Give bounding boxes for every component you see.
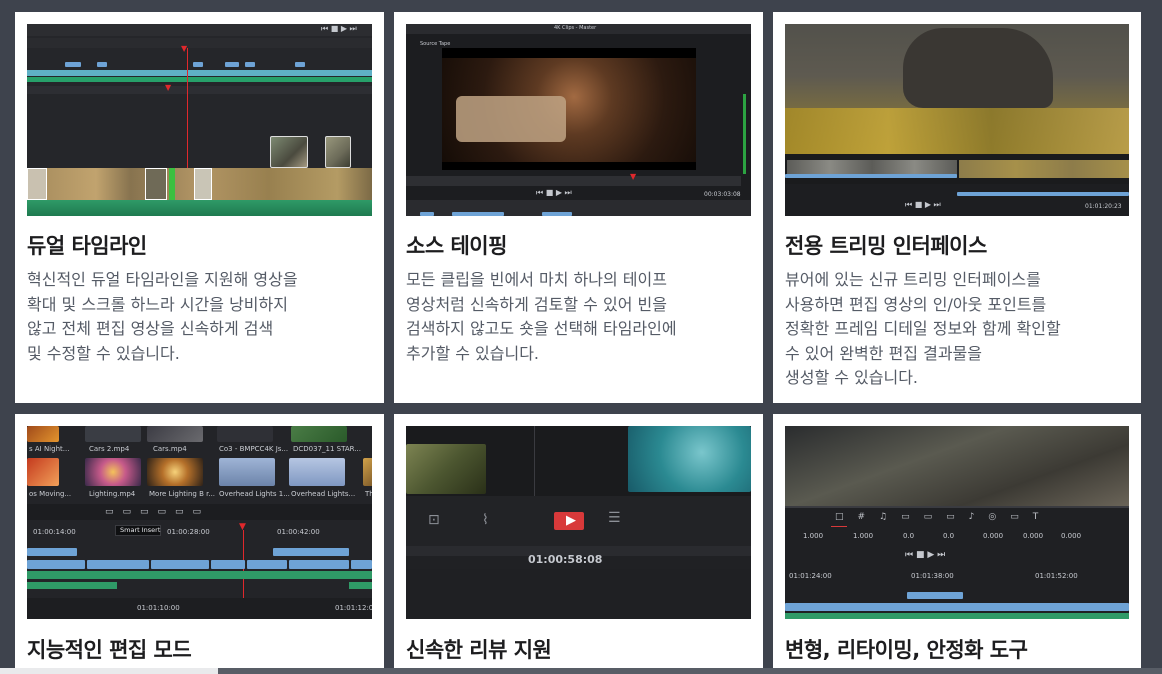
transform-toolbar-icons[interactable]: □#♫▭▭▭♪◎▭T bbox=[835, 512, 1052, 522]
card-description: 모든 클립을 빈에서 마치 하나의 테이프 영상처럼 신속하게 검토할 수 있어… bbox=[406, 270, 677, 363]
media-item-label: Overhead Lights... bbox=[291, 490, 356, 498]
fast-review-screenshot: ⊡ ⌇ ▶ ☰ 01:00:58:08 bbox=[406, 426, 751, 619]
feature-card-source-tape[interactable]: 4K Clips - Master Source Tape ▼ ⏮ ■ ▶ ⏭ … bbox=[394, 12, 763, 403]
viewer-icon[interactable]: ⊡ bbox=[428, 512, 440, 528]
clip-thumbnail[interactable] bbox=[270, 136, 308, 168]
waveform-icon[interactable]: ⌇ bbox=[482, 512, 489, 528]
play-controls-icon: ⏮ ■ ▶ ⏭ bbox=[321, 24, 357, 33]
smart-insert-tooltip-label: Smart Insert bbox=[120, 526, 161, 534]
clip-thumbnail[interactable] bbox=[325, 136, 351, 168]
media-item-label: More Lighting B r... bbox=[149, 490, 216, 498]
source-timecode: 00:03:03:08 bbox=[704, 191, 741, 198]
transform-viewer-frame bbox=[785, 426, 1129, 506]
settings-sliders-icon[interactable]: ☰ bbox=[608, 510, 621, 526]
source-tape-screenshot: 4K Clips - Master Source Tape ▼ ⏮ ■ ▶ ⏭ … bbox=[406, 24, 751, 216]
media-item-label: Cars.mp4 bbox=[153, 445, 187, 453]
feature-card-smart-edit[interactable]: s AI Night... Cars 2.mp4 Cars.mp4 Co3 - … bbox=[15, 414, 384, 674]
feature-card-transform-tools[interactable]: □#♫▭▭▭♪◎▭T 1.000 1.000 0.0 0.0 0.000 0.0… bbox=[773, 414, 1141, 674]
edit-mode-icons[interactable]: ▭▭▭▭▭▭ bbox=[105, 507, 210, 517]
viewer-title: 4K Clips - Master bbox=[554, 25, 597, 31]
feature-card-dual-timeline[interactable]: ⏮ ■ ▶ ⏭ ▼ ▼ 듀얼 타임라인 혁신적인 듀얼 타임라인을 지원해 영상… bbox=[15, 12, 384, 403]
dual-timeline-screenshot: ⏮ ■ ▶ ⏭ ▼ ▼ bbox=[27, 24, 372, 216]
transform-field[interactable]: 1.000 bbox=[853, 532, 873, 540]
media-item-label: Lighting.mp4 bbox=[89, 490, 136, 498]
media-item-label: Cars 2.mp4 bbox=[89, 445, 130, 453]
card-title: 소스 테이핑 bbox=[406, 234, 507, 258]
card-title: 지능적인 편집 모드 bbox=[27, 638, 192, 662]
feature-card-trim-interface[interactable]: ⏮ ■ ▶ ⏭ 01:01:20:23 전용 트리밍 인터페이스 뷰어에 있는 … bbox=[773, 12, 1141, 403]
transport-controls-icon: ⏮ ■ ▶ ⏭ bbox=[905, 200, 941, 209]
smart-edit-screenshot: s AI Night... Cars 2.mp4 Cars.mp4 Co3 - … bbox=[27, 426, 372, 619]
viewer-label: Source Tape bbox=[420, 41, 451, 47]
media-item-label: Overhead Lights 1... bbox=[219, 490, 290, 498]
play-icon: ▶ bbox=[566, 513, 576, 528]
media-item-label: DCD037_11 STAR... bbox=[293, 445, 361, 453]
media-item-label: Co3 - BMPCC4K Js... bbox=[219, 445, 289, 453]
transform-field[interactable]: 0.0 bbox=[903, 532, 914, 540]
transform-field[interactable]: 0.000 bbox=[1061, 532, 1081, 540]
review-timecode: 01:00:58:08 bbox=[528, 553, 603, 566]
transform-field[interactable]: 1.000 bbox=[803, 532, 823, 540]
card-title: 듀얼 타임라인 bbox=[27, 234, 147, 258]
page-bottom-strip bbox=[0, 668, 1162, 674]
transform-field[interactable]: 0.0 bbox=[943, 532, 954, 540]
card-title: 전용 트리밍 인터페이스 bbox=[785, 234, 987, 258]
card-description: 뷰어에 있는 신규 트리밍 인터페이스를 사용하면 편집 영상의 인/아웃 포인… bbox=[785, 270, 1061, 387]
card-description: 혁신적인 듀얼 타임라인을 지원해 영상을 확대 및 스크롤 하느라 시간을 낭… bbox=[27, 270, 298, 363]
transform-field[interactable]: 0.000 bbox=[1023, 532, 1043, 540]
transform-field[interactable]: 0.000 bbox=[983, 532, 1003, 540]
feature-card-fast-review[interactable]: ⊡ ⌇ ▶ ☰ 01:00:58:08 신속한 리뷰 지원 bbox=[394, 414, 763, 674]
card-title: 신속한 리뷰 지원 bbox=[406, 638, 552, 662]
transform-tools-screenshot: □#♫▭▭▭♪◎▭T 1.000 1.000 0.0 0.0 0.000 0.0… bbox=[785, 426, 1129, 619]
card-title: 변형, 리타이밍, 안정화 도구 bbox=[785, 638, 1028, 662]
transport-controls-icon: ⏮ ■ ▶ ⏭ bbox=[536, 188, 572, 197]
transport-controls-icon: ⏮ ■ ▶ ⏭ bbox=[905, 550, 946, 560]
trim-timecode: 01:01:20:23 bbox=[1085, 203, 1122, 210]
trim-interface-screenshot: ⏮ ■ ▶ ⏭ 01:01:20:23 bbox=[785, 24, 1129, 216]
